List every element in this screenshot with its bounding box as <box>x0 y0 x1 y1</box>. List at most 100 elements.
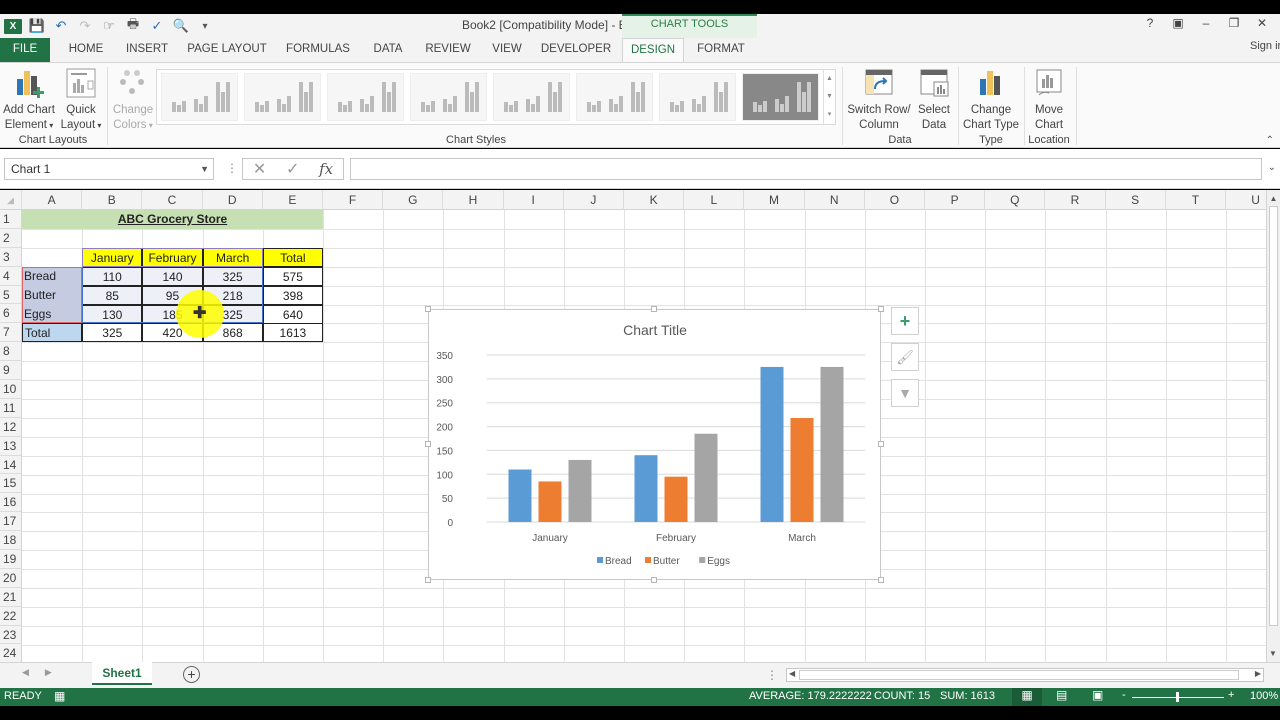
tab-design[interactable]: DESIGN <box>622 38 684 63</box>
tab-format[interactable]: FORMAT <box>688 38 754 62</box>
scroll-down-icon[interactable]: ▼ <box>1267 649 1279 658</box>
column-header-p[interactable]: P <box>925 190 986 210</box>
cell-value[interactable]: 420 <box>142 323 203 343</box>
sheet-tab-sheet1[interactable]: Sheet1 <box>92 662 152 685</box>
row-header-17[interactable]: 17 <box>0 512 22 532</box>
row-header-9[interactable]: 9 <box>0 361 22 381</box>
row-header-3[interactable]: 3 <box>0 247 22 267</box>
change-chart-type-button[interactable]: Change Chart Type <box>960 67 1022 133</box>
row-header-8[interactable]: 8 <box>0 342 22 362</box>
row-header-2[interactable]: 2 <box>0 228 22 248</box>
horizontal-scroll-thumb[interactable] <box>799 670 1239 680</box>
tab-formulas[interactable]: FORMULAS <box>280 38 356 62</box>
chart-style-thumbnail[interactable] <box>161 73 238 121</box>
row-header-20[interactable]: 20 <box>0 568 22 588</box>
formula-bar-grip-icon[interactable]: ⋮ <box>226 161 238 175</box>
select-data-button[interactable]: Select Data <box>914 67 954 133</box>
cell-value[interactable]: 95 <box>142 285 203 305</box>
cancel-icon[interactable]: ✕ <box>253 159 266 179</box>
row-header-14[interactable]: 14 <box>0 455 22 475</box>
cell-row-label[interactable]: Bread <box>22 266 83 286</box>
chart-plot-area[interactable] <box>508 366 844 522</box>
column-header-d[interactable]: D <box>203 190 263 210</box>
row-header-19[interactable]: 19 <box>0 550 22 569</box>
tab-developer[interactable]: DEVELOPER <box>538 38 614 62</box>
legend-label-butter[interactable]: Butter <box>653 556 680 567</box>
next-sheet-icon[interactable]: ▶ <box>45 667 52 678</box>
resize-handle[interactable] <box>878 577 884 583</box>
column-header-s[interactable]: S <box>1106 190 1166 210</box>
row-header-18[interactable]: 18 <box>0 531 22 551</box>
column-header-l[interactable]: L <box>684 190 745 210</box>
column-header-j[interactable]: J <box>564 190 624 210</box>
bar-butter-february[interactable] <box>664 476 688 522</box>
scroll-left-icon[interactable]: ◀ <box>789 669 795 678</box>
chart-1[interactable]: Chart Title 0 50 100 150 200 250 300 350 Januar… <box>428 309 881 580</box>
resize-handle[interactable] <box>651 306 657 312</box>
cell-value[interactable]: 85 <box>82 285 143 305</box>
tab-split-grip-icon[interactable]: ⋮ <box>766 668 778 682</box>
column-header-c[interactable]: C <box>142 190 203 210</box>
cell-value[interactable]: 398 <box>262 285 323 305</box>
chart-style-thumbnail[interactable] <box>742 73 819 121</box>
chart-style-thumbnail[interactable] <box>327 73 404 121</box>
scroll-right-icon[interactable]: ▶ <box>1255 669 1261 678</box>
save-icon[interactable]: 💾 <box>28 18 46 34</box>
vertical-scroll-thumb[interactable] <box>1269 206 1278 626</box>
chart-y-axis[interactable]: 0 50 100 150 200 250 300 350 <box>436 351 453 529</box>
name-box[interactable]: Chart 1 ▼ <box>4 158 214 180</box>
tab-page-layout[interactable]: PAGE LAYOUT <box>184 38 270 62</box>
resize-handle[interactable] <box>425 441 431 447</box>
bar-bread-january[interactable] <box>508 469 532 522</box>
chart-filters-button[interactable]: ▼ <box>891 379 919 407</box>
cell-value[interactable]: 130 <box>82 304 143 324</box>
row-header-5[interactable]: 5 <box>0 285 22 305</box>
bar-eggs-february[interactable] <box>694 433 718 522</box>
column-header-f[interactable]: F <box>323 190 384 210</box>
column-header-e[interactable]: E <box>263 190 323 210</box>
tab-home[interactable]: HOME <box>58 38 114 62</box>
zoom-in-button[interactable]: + <box>1228 689 1234 701</box>
column-header-g[interactable]: G <box>383 190 444 210</box>
cell-value[interactable]: 325 <box>202 304 263 324</box>
help-icon[interactable]: ? <box>1136 16 1164 30</box>
row-header-7[interactable]: 7 <box>0 323 22 343</box>
chart-style-thumbnail[interactable] <box>659 73 736 121</box>
select-all-corner[interactable]: ◢ <box>0 190 22 210</box>
redo-icon[interactable]: ↷ <box>76 18 94 34</box>
column-header-h[interactable]: H <box>443 190 504 210</box>
zoom-out-button[interactable]: - <box>1122 689 1126 701</box>
row-header-1[interactable]: 1 <box>0 210 22 229</box>
cell-value[interactable]: 325 <box>202 266 263 286</box>
bar-eggs-january[interactable] <box>568 459 592 522</box>
cell-header[interactable]: March <box>202 247 263 267</box>
ribbon-display-options-icon[interactable]: ▣ <box>1164 16 1192 30</box>
chart-title[interactable]: Chart Title <box>623 322 687 338</box>
chart-elements-button[interactable]: + <box>891 307 919 335</box>
gallery-scroll[interactable]: ▲ ▼ ▾ <box>823 70 835 124</box>
column-header-q[interactable]: Q <box>985 190 1046 210</box>
bar-bread-february[interactable] <box>634 455 658 522</box>
cell-value[interactable]: 110 <box>82 266 143 286</box>
move-chart-button[interactable]: Move Chart <box>1026 67 1072 133</box>
column-header-k[interactable]: K <box>624 190 685 210</box>
column-header-r[interactable]: R <box>1045 190 1106 210</box>
row-header-24[interactable]: 24 <box>0 644 22 662</box>
print-preview-icon[interactable]: 🔍 <box>172 18 190 34</box>
row-header-23[interactable]: 23 <box>0 625 22 645</box>
tab-view[interactable]: VIEW <box>486 38 528 62</box>
new-sheet-button[interactable]: + <box>183 666 200 683</box>
print-icon[interactable]: 🖶 <box>124 15 142 37</box>
resize-handle[interactable] <box>878 306 884 312</box>
row-header-15[interactable]: 15 <box>0 474 22 494</box>
chart-style-thumbnail[interactable] <box>410 73 487 121</box>
resize-handle[interactable] <box>425 306 431 312</box>
cell-value[interactable]: 185 <box>142 304 203 324</box>
vertical-scrollbar[interactable]: ▲ ▼ <box>1266 190 1280 662</box>
horizontal-scrollbar[interactable]: ◀ ▶ <box>786 668 1264 682</box>
restore-icon[interactable]: ❐ <box>1220 16 1248 30</box>
excel-logo-icon[interactable]: X <box>4 18 22 34</box>
cell-value[interactable]: 218 <box>202 285 263 305</box>
row-header-4[interactable]: 4 <box>0 266 22 286</box>
bar-eggs-march[interactable] <box>820 366 844 522</box>
